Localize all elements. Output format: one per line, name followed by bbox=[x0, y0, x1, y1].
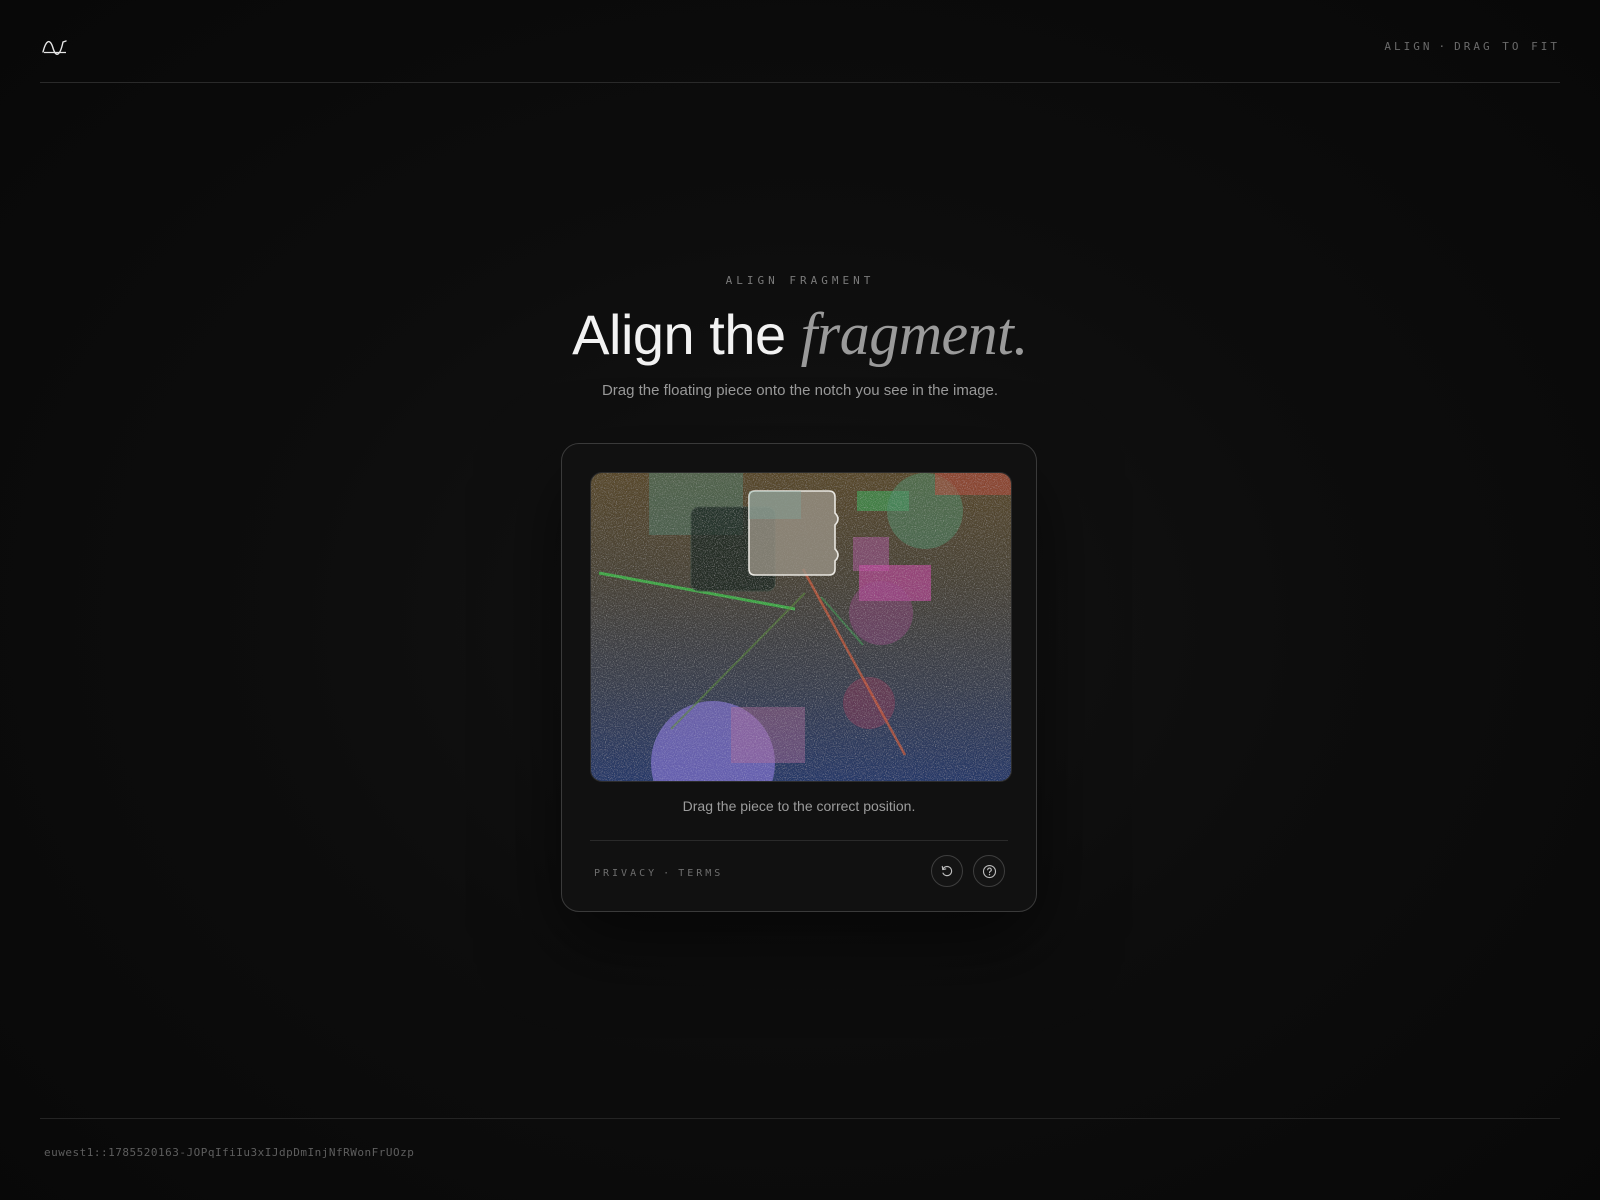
help-icon bbox=[982, 864, 996, 878]
legal-links-separator: · bbox=[663, 868, 673, 879]
captcha-card: Drag the piece to the correct position. … bbox=[561, 443, 1037, 912]
puzzle-background-image bbox=[591, 473, 1011, 781]
wave-logo-icon[interactable] bbox=[42, 36, 68, 56]
page-title-plain: Align the bbox=[572, 303, 801, 366]
tagline-separator: · bbox=[1438, 40, 1449, 53]
terms-link[interactable]: TERMS bbox=[678, 868, 723, 879]
top-tagline: ALIGN · DRAG TO FIT bbox=[1384, 40, 1560, 53]
page-title-accent: fragment. bbox=[800, 301, 1029, 367]
tagline-right: DRAG TO FIT bbox=[1454, 40, 1560, 53]
eyebrow-label: ALIGN FRAGMENT bbox=[725, 274, 875, 287]
page-title: Align the fragment. bbox=[0, 298, 1600, 371]
card-divider bbox=[590, 840, 1008, 841]
help-button[interactable] bbox=[973, 855, 1005, 887]
footer-divider bbox=[40, 1118, 1560, 1119]
puzzle-image-area[interactable] bbox=[590, 472, 1012, 782]
draggable-puzzle-piece[interactable] bbox=[748, 490, 839, 576]
challenge-status-text: Drag the piece to the correct position. bbox=[682, 798, 916, 814]
session-id: euwest1::1785520163-JOPqIfiIu3xIJdpDmInj… bbox=[44, 1146, 415, 1159]
legal-links: PRIVACY · TERMS bbox=[594, 868, 723, 879]
refresh-icon bbox=[941, 865, 953, 877]
top-bar: ALIGN · DRAG TO FIT bbox=[40, 0, 1560, 83]
privacy-link[interactable]: PRIVACY bbox=[594, 868, 657, 879]
refresh-button[interactable] bbox=[931, 855, 963, 887]
page-subtitle: Drag the floating piece onto the notch y… bbox=[601, 382, 999, 399]
tagline-left: ALIGN bbox=[1384, 40, 1433, 53]
